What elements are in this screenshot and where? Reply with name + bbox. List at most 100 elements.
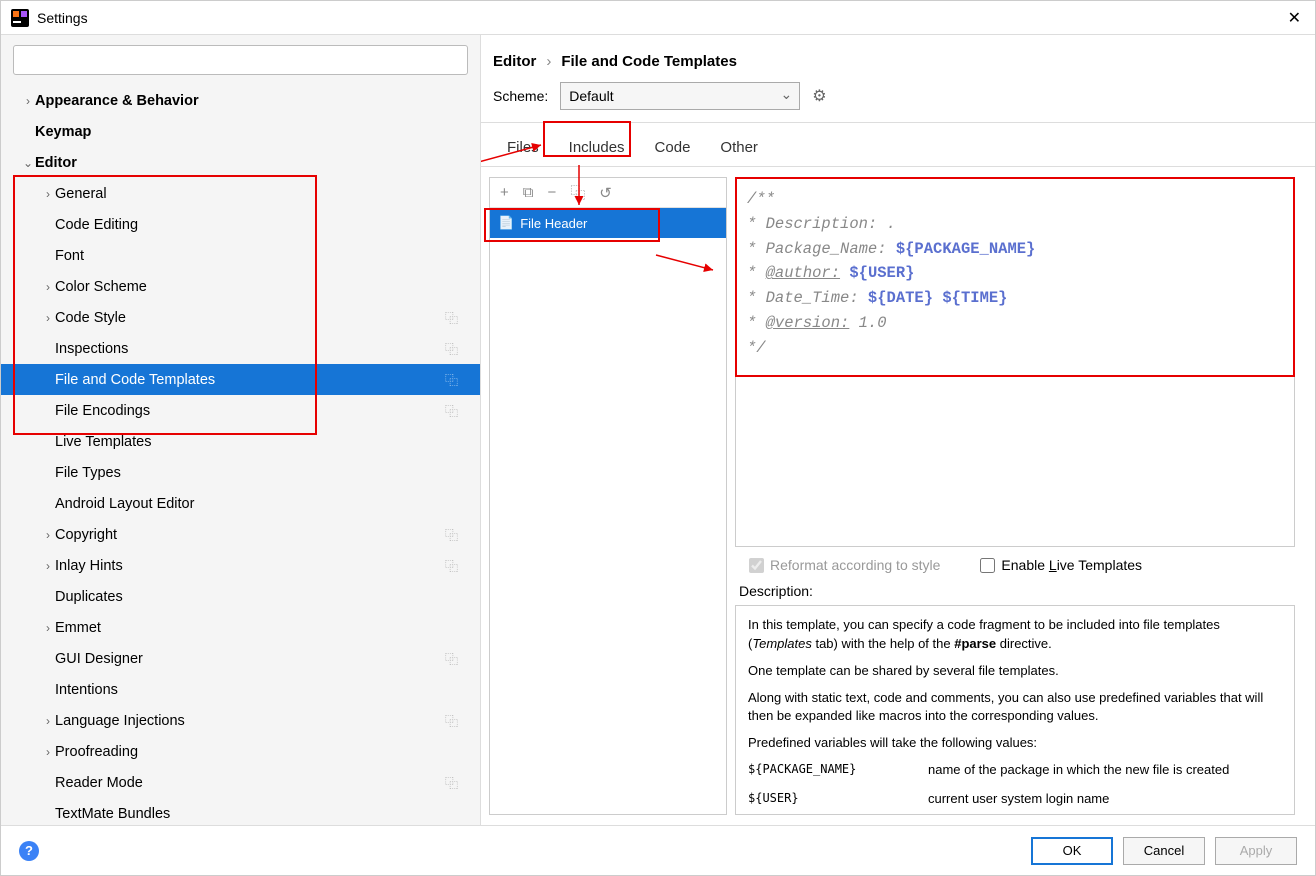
breadcrumb-current: File and Code Templates — [561, 53, 737, 70]
scope-icon: ⿻ — [445, 649, 458, 668]
chevron-icon: › — [41, 187, 55, 201]
scope-icon: ⿻ — [445, 339, 458, 358]
chevron-icon: › — [21, 94, 35, 108]
tab-includes[interactable]: Includes — [567, 133, 627, 166]
scope-icon: ⿻ — [445, 308, 458, 327]
tree-item-intentions[interactable]: Intentions — [1, 674, 480, 705]
scope-icon: ⿻ — [445, 525, 458, 544]
chevron-icon: › — [41, 280, 55, 294]
tree-label: Live Templates — [55, 434, 151, 450]
titlebar: Settings ✕ — [1, 1, 1315, 35]
undo-icon[interactable]: ↺ — [599, 184, 612, 202]
tree-label: Inlay Hints — [55, 558, 123, 574]
tree-label: Color Scheme — [55, 279, 147, 295]
tree-item-inlay-hints[interactable]: ›Inlay Hints ⿻ — [1, 550, 480, 581]
chevron-icon: › — [41, 714, 55, 728]
tree-item-appearance-behavior[interactable]: ›Appearance & Behavior — [1, 85, 480, 116]
tree-item-live-templates[interactable]: Live Templates — [1, 426, 480, 457]
tree-item-inspections[interactable]: Inspections ⿻ — [1, 333, 480, 364]
reformat-checkbox: Reformat according to style — [749, 557, 940, 573]
tab-files[interactable]: Files — [505, 133, 541, 166]
chevron-icon: › — [41, 621, 55, 635]
tree-label: TextMate Bundles — [55, 806, 170, 822]
copy-icon[interactable]: ⿻ — [570, 182, 585, 203]
tree-item-general[interactable]: ›General — [1, 178, 480, 209]
close-icon[interactable]: ✕ — [1284, 8, 1305, 28]
tree-label: General — [55, 186, 107, 202]
tree-label: GUI Designer — [55, 651, 143, 667]
tree-item-color-scheme[interactable]: ›Color Scheme — [1, 271, 480, 302]
tree-item-gui-designer[interactable]: GUI Designer ⿻ — [1, 643, 480, 674]
tree-label: Appearance & Behavior — [35, 93, 199, 109]
settings-tree: ›Appearance & BehaviorKeymap⌄Editor›Gene… — [1, 85, 480, 825]
main-panel: Editor › File and Code Templates Scheme:… — [481, 35, 1315, 825]
tree-item-font[interactable]: Font — [1, 240, 480, 271]
file-icon: 📄 — [498, 215, 514, 231]
description-box[interactable]: In this template, you can specify a code… — [735, 605, 1295, 815]
chevron-right-icon: › — [546, 53, 551, 70]
tree-label: Copyright — [55, 527, 117, 543]
chevron-icon: › — [41, 528, 55, 542]
tree-label: Font — [55, 248, 84, 264]
tree-item-file-and-code-templates[interactable]: File and Code Templates⿻ — [1, 364, 480, 395]
breadcrumb-editor[interactable]: Editor — [493, 53, 536, 70]
chevron-icon: › — [41, 745, 55, 759]
tree-label: File and Code Templates — [55, 372, 215, 388]
tree-label: Android Layout Editor — [55, 496, 194, 512]
tree-label: Inspections — [55, 341, 128, 357]
scheme-select[interactable]: Default — [560, 82, 800, 110]
list-toolbar: + ⧉ − ⿻ ↺ — [490, 178, 726, 208]
tree-item-file-encodings[interactable]: File Encodings⿻ — [1, 395, 480, 426]
apply-button[interactable]: Apply — [1215, 837, 1297, 865]
tab-other[interactable]: Other — [718, 133, 760, 166]
tree-item-code-style[interactable]: ›Code Style ⿻ — [1, 302, 480, 333]
tree-label: Intentions — [55, 682, 118, 698]
help-icon[interactable]: ? — [19, 841, 39, 861]
gear-icon[interactable]: ⚙ — [812, 86, 826, 106]
tree-item-duplicates[interactable]: Duplicates — [1, 581, 480, 612]
live-templates-checkbox[interactable]: Enable Live Templates — [980, 557, 1142, 573]
tree-item-proofreading[interactable]: ›Proofreading — [1, 736, 480, 767]
chevron-icon: › — [41, 311, 55, 325]
remove-icon[interactable]: − — [547, 184, 556, 201]
breadcrumb: Editor › File and Code Templates — [481, 35, 1315, 78]
tree-label: Editor — [35, 155, 77, 171]
tree-item-code-editing[interactable]: Code Editing — [1, 209, 480, 240]
tree-label: Language Injections — [55, 713, 185, 729]
tree-label: Proofreading — [55, 744, 138, 760]
tab-code[interactable]: Code — [653, 133, 693, 166]
tree-label: File Types — [55, 465, 121, 481]
tree-item-reader-mode[interactable]: Reader Mode ⿻ — [1, 767, 480, 798]
template-file-header[interactable]: 📄 File Header — [490, 208, 726, 238]
template-list-panel: + ⧉ − ⿻ ↺ 📄 File Header — [489, 177, 727, 815]
tree-label: Reader Mode — [55, 775, 143, 791]
reformat-check-input — [749, 558, 764, 573]
tree-item-keymap[interactable]: Keymap — [1, 116, 480, 147]
add-copy-icon[interactable]: ⧉ — [523, 184, 534, 201]
tree-item-copyright[interactable]: ›Copyright ⿻ — [1, 519, 480, 550]
sidebar: 🔍︎ ›Appearance & BehaviorKeymap⌄Editor›G… — [1, 35, 481, 825]
tree-item-android-layout-editor[interactable]: Android Layout Editor — [1, 488, 480, 519]
add-icon[interactable]: + — [500, 184, 509, 201]
scope-icon: ⿻ — [445, 773, 458, 792]
tree-item-language-injections[interactable]: ›Language Injections⿻ — [1, 705, 480, 736]
tree-item-emmet[interactable]: ›Emmet — [1, 612, 480, 643]
ok-button[interactable]: OK — [1031, 837, 1113, 865]
tree-item-textmate-bundles[interactable]: TextMate Bundles — [1, 798, 480, 825]
live-check-input[interactable] — [980, 558, 995, 573]
template-label: File Header — [520, 216, 587, 231]
tree-item-editor[interactable]: ⌄Editor — [1, 147, 480, 178]
tree-label: Keymap — [35, 124, 91, 140]
tree-label: Code Style — [55, 310, 126, 326]
tree-label: File Encodings — [55, 403, 150, 419]
tree-item-file-types[interactable]: File Types — [1, 457, 480, 488]
code-editor[interactable]: /** * Description: . * Package_Name: ${P… — [735, 177, 1295, 377]
chevron-icon: › — [41, 559, 55, 573]
cancel-button[interactable]: Cancel — [1123, 837, 1205, 865]
app-icon — [11, 9, 29, 27]
tree-label: Duplicates — [55, 589, 123, 605]
scheme-label: Scheme: — [493, 88, 548, 104]
editor-empty-area[interactable] — [735, 377, 1295, 547]
scope-icon: ⿻ — [445, 556, 458, 575]
search-input[interactable] — [13, 45, 468, 75]
